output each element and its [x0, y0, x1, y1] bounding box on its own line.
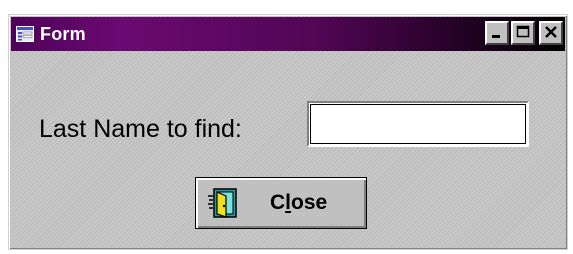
door-exit-icon [206, 186, 240, 220]
maximize-icon [516, 24, 530, 43]
form-icon[interactable] [15, 24, 35, 44]
close-button-label: Close [270, 191, 328, 214]
maximize-button[interactable] [511, 21, 535, 45]
close-icon [544, 24, 558, 43]
minimize-button[interactable] [485, 21, 509, 45]
form-window: Form Last Name to find: Close [8, 14, 568, 250]
close-button[interactable]: Close [195, 177, 367, 229]
minimize-icon [490, 24, 504, 43]
title-bar[interactable]: Form [11, 17, 565, 51]
last-name-input[interactable] [307, 101, 529, 147]
last-name-label: Last Name to find: [39, 115, 242, 143]
close-window-button[interactable] [539, 21, 563, 45]
window-title: Form [40, 23, 86, 44]
window-controls [483, 21, 563, 45]
